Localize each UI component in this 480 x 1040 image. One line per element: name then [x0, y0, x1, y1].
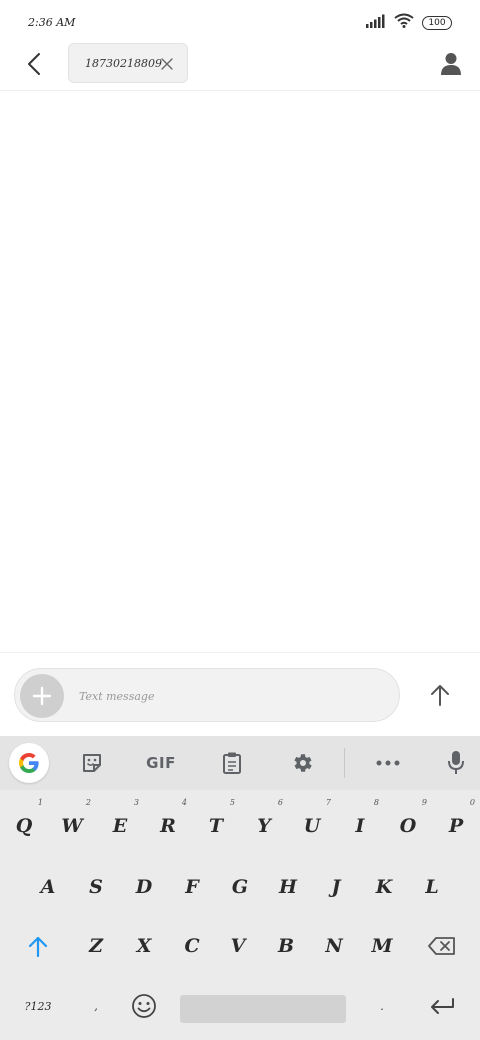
compose-field [14, 668, 400, 722]
key-row-1: Q1 W2 E3 R4 T5 Y6 U7 I8 O9 P0 [0, 796, 480, 856]
key-p[interactable]: P0 [432, 796, 480, 856]
key-l[interactable]: L [408, 857, 456, 917]
remove-recipient-button[interactable] [159, 56, 175, 72]
emoji-icon [132, 994, 156, 1018]
back-arrow-icon [28, 53, 40, 75]
settings-button[interactable] [284, 744, 320, 782]
key-z[interactable]: Z [72, 916, 120, 976]
space-key[interactable] [180, 995, 346, 1023]
more-icon [376, 760, 400, 766]
symbols-key[interactable]: ?123 [14, 976, 62, 1036]
status-icons: 100 [366, 13, 452, 32]
status-bar: 2:36 AM 100 [0, 0, 480, 44]
key-v[interactable]: V [214, 916, 262, 976]
shift-arrow-icon [28, 936, 48, 957]
conversation-header: 18730218809 [0, 40, 480, 91]
key-n[interactable]: N [310, 916, 358, 976]
key-s[interactable]: S [72, 857, 120, 917]
compose-bar [0, 652, 480, 736]
key-r[interactable]: R4 [144, 796, 192, 856]
key-b[interactable]: B [262, 916, 310, 976]
key-a[interactable]: A [24, 857, 72, 917]
key-t[interactable]: T5 [192, 796, 240, 856]
plus-icon [32, 686, 52, 706]
google-search-button[interactable] [9, 743, 49, 783]
keyboard-toolbar: GIF [0, 736, 480, 790]
key-i[interactable]: I8 [336, 796, 384, 856]
key-o[interactable]: O9 [384, 796, 432, 856]
key-x[interactable]: X [120, 916, 168, 976]
backspace-key[interactable] [414, 916, 470, 976]
key-y[interactable]: Y6 [240, 796, 288, 856]
key-e[interactable]: E3 [96, 796, 144, 856]
sticker-icon [83, 754, 101, 772]
emoji-key[interactable] [120, 976, 168, 1036]
key-f[interactable]: F [168, 857, 216, 917]
key-g[interactable]: G [216, 857, 264, 917]
message-list[interactable] [0, 92, 480, 652]
recipient-number: 18730218809 [85, 56, 162, 70]
attach-button[interactable] [20, 674, 64, 718]
key-k[interactable]: K [360, 857, 408, 917]
person-icon [441, 53, 461, 75]
gif-button[interactable]: GIF [138, 744, 184, 782]
key-row-3: Z X C V B N M [0, 916, 480, 976]
arrow-up-icon [431, 685, 449, 706]
key-c[interactable]: C [168, 916, 216, 976]
key-row-4: ?123 , . [0, 976, 480, 1036]
clipboard-button[interactable] [214, 744, 250, 782]
sticker-button[interactable] [74, 744, 110, 782]
signal-icon [366, 13, 386, 32]
battery-icon: 100 [422, 15, 452, 30]
gif-label: GIF [146, 754, 176, 772]
key-u[interactable]: U7 [288, 796, 336, 856]
enter-key[interactable] [416, 976, 468, 1036]
google-icon [19, 753, 39, 773]
key-m[interactable]: M [358, 916, 406, 976]
contact-button[interactable] [436, 48, 466, 80]
recipient-chip[interactable]: 18730218809 [68, 43, 188, 83]
period-key[interactable]: . [358, 976, 406, 1036]
back-button[interactable] [18, 48, 50, 80]
close-icon [161, 58, 173, 70]
key-j[interactable]: J [312, 857, 360, 917]
key-h[interactable]: H [264, 857, 312, 917]
mic-icon [448, 751, 464, 774]
wifi-icon [394, 13, 414, 32]
message-input[interactable] [79, 683, 379, 709]
key-row-2: A S D F G H J K L [0, 857, 480, 917]
key-d[interactable]: D [120, 857, 168, 917]
key-q[interactable]: Q1 [0, 796, 48, 856]
backspace-icon [428, 937, 455, 955]
status-time: 2:36 AM [28, 16, 76, 29]
key-w[interactable]: W2 [48, 796, 96, 856]
send-button[interactable] [420, 675, 460, 715]
comma-key[interactable]: , [72, 976, 120, 1036]
enter-icon [431, 998, 454, 1014]
more-button[interactable] [370, 744, 406, 782]
voice-input-button[interactable] [438, 744, 474, 782]
keyboard: GIF Q 1 W 2 E 3 R 4 T 5 Y 6 U 7 I 8 O 9 … [0, 736, 480, 1040]
toolbar-divider [344, 748, 345, 778]
shift-key[interactable] [12, 916, 64, 976]
clipboard-icon [223, 752, 241, 774]
gear-icon [294, 754, 312, 772]
